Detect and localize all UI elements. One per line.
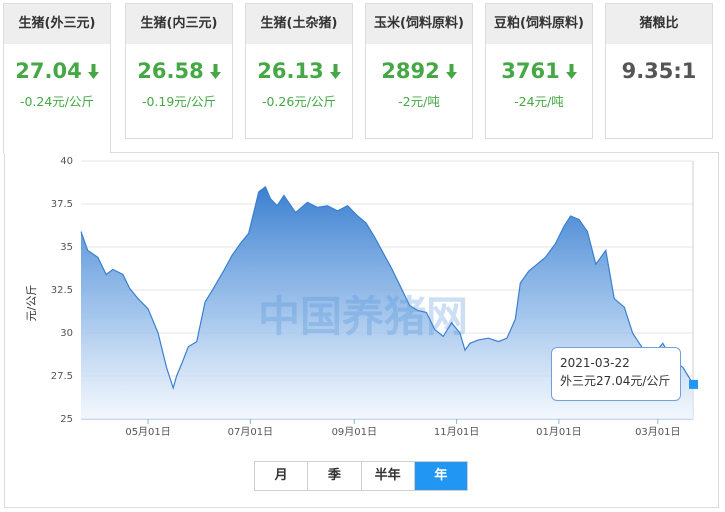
price-chart-panel: 25 27.5 30 32.5 35 37.5 40 05月01日 07月01日 09月01日 11… xyxy=(4,152,719,508)
price-card-pig-grain-ratio[interactable]: 猪粮比 9.35:1 xyxy=(605,3,713,139)
x-tick-label: 01月01日 xyxy=(536,426,581,438)
y-tick-label: 40 xyxy=(60,156,73,167)
card-price: 3761 xyxy=(501,59,560,83)
card-price: 9.35:1 xyxy=(621,59,697,83)
arrow-down-icon xyxy=(565,59,577,85)
card-price: 26.13 xyxy=(257,59,324,83)
price-card-wai-san-yuan[interactable]: 生猪(外三元) 27.04 -0.24元/公斤 xyxy=(3,3,111,153)
card-title: 猪粮比 xyxy=(606,4,712,44)
price-card-corn[interactable]: 玉米(饲料原料) 2892 -2元/吨 xyxy=(365,3,473,139)
arrow-down-icon xyxy=(87,59,99,85)
x-tick-label: 09月01日 xyxy=(332,426,377,438)
card-title: 生猪(内三元) xyxy=(126,4,232,44)
tab-half-year[interactable]: 半年 xyxy=(362,462,415,490)
tooltip-text: 外三元27.04元/公斤 xyxy=(560,374,671,388)
tab-year[interactable]: 年 xyxy=(414,462,467,490)
price-area-chart[interactable]: 25 27.5 30 32.5 35 37.5 40 05月01日 07月01日 09月01日 11… xyxy=(5,153,718,507)
card-title: 豆粕(饲料原料) xyxy=(486,4,592,44)
y-tick-label: 27.5 xyxy=(51,371,73,382)
price-cards: 生猪(外三元) 27.04 -0.24元/公斤 生猪(内三元) 26.58 -0… xyxy=(0,0,725,153)
arrow-down-icon xyxy=(329,59,341,85)
x-tick-label: 11月01日 xyxy=(434,426,479,438)
x-tick-label: 05月01日 xyxy=(125,426,170,438)
card-change: -0.26元/公斤 xyxy=(261,94,337,109)
card-price: 2892 xyxy=(381,59,440,83)
y-tick-label: 30 xyxy=(60,328,73,339)
price-card-soybean-meal[interactable]: 豆粕(饲料原料) 3761 -24元/吨 xyxy=(485,3,593,139)
chart-tooltip: 2021-03-22 外三元27.04元/公斤 xyxy=(551,347,681,401)
y-tick-label: 35 xyxy=(60,242,73,253)
arrow-down-icon xyxy=(445,59,457,85)
card-change: -0.19元/公斤 xyxy=(141,94,217,109)
last-point-marker[interactable] xyxy=(689,379,698,389)
tooltip-date: 2021-03-22 xyxy=(560,356,630,370)
tab-month[interactable]: 月 xyxy=(255,462,309,490)
range-tabs: 月 季 半年 年 xyxy=(254,461,468,491)
watermark: 中国养猪网 xyxy=(258,292,468,341)
tab-quarter[interactable]: 季 xyxy=(308,462,362,490)
card-change: -2元/吨 xyxy=(398,94,440,109)
y-axis-label: 元/公斤 xyxy=(25,285,38,322)
card-price: 26.58 xyxy=(137,59,204,83)
price-card-nei-san-yuan[interactable]: 生猪(内三元) 26.58 -0.19元/公斤 xyxy=(125,3,233,139)
card-title: 生猪(土杂猪) xyxy=(246,4,352,44)
x-tick-label: 03月01日 xyxy=(635,426,680,438)
y-tick-label: 32.5 xyxy=(51,285,73,296)
card-title: 玉米(饲料原料) xyxy=(366,4,472,44)
y-tick-label: 25 xyxy=(60,414,73,425)
arrow-down-icon xyxy=(209,59,221,85)
card-change: -24元/吨 xyxy=(514,94,564,109)
price-card-tu-za-zhu[interactable]: 生猪(土杂猪) 26.13 -0.26元/公斤 xyxy=(245,3,353,139)
y-tick-label: 37.5 xyxy=(51,199,73,210)
card-title: 生猪(外三元) xyxy=(4,4,110,44)
x-tick-label: 07月01日 xyxy=(228,426,273,438)
card-change: -0.24元/公斤 xyxy=(19,94,95,109)
card-price: 27.04 xyxy=(15,59,82,83)
